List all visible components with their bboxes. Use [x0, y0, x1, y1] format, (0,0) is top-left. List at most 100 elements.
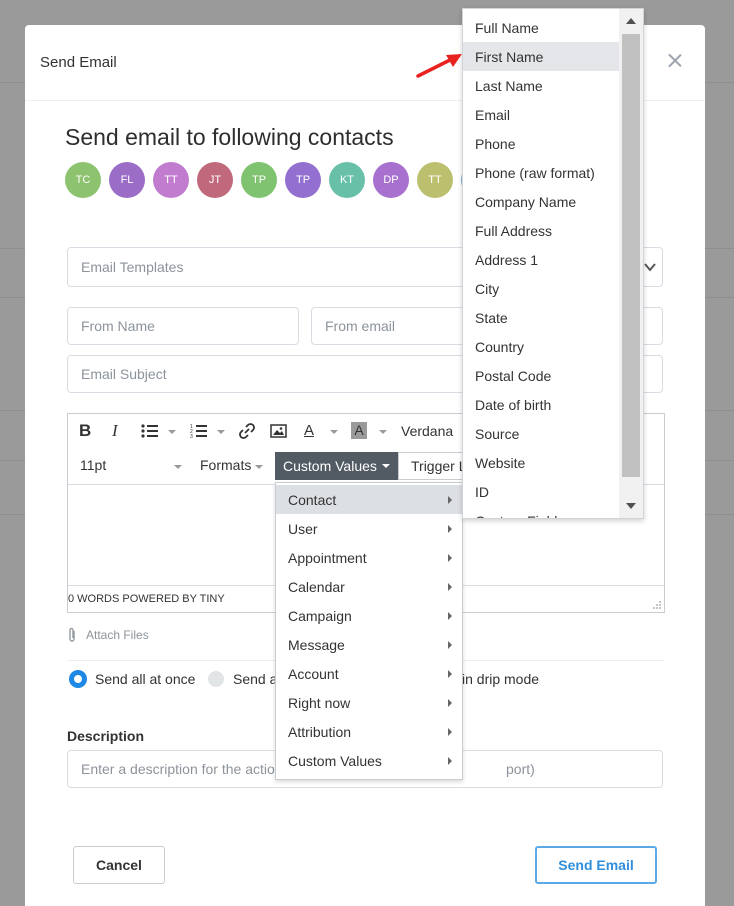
- menu-item-label: Calendar: [288, 578, 345, 595]
- font-size-caret-icon[interactable]: [174, 465, 182, 469]
- custom-values-button[interactable]: Custom Values: [275, 452, 398, 480]
- font-family-select[interactable]: Verdana: [401, 423, 453, 439]
- custom-values-menu-item[interactable]: Attribution: [276, 717, 462, 746]
- link-icon[interactable]: [238, 422, 256, 440]
- word-count-status: 0 WORDS POWERED BY TINY: [68, 593, 225, 605]
- email-subject-placeholder: Email Subject: [81, 366, 167, 382]
- submenu-scrollbar[interactable]: [619, 9, 643, 518]
- scrollbar-thumb[interactable]: [622, 34, 640, 477]
- trigger-links-label: Trigger L: [411, 458, 467, 474]
- numbered-list-icon[interactable]: 1 2 3: [190, 423, 208, 439]
- custom-values-menu-item[interactable]: Calendar: [276, 572, 462, 601]
- contact-field-item[interactable]: Last Name: [463, 71, 619, 100]
- send-all-at-once-label: Send all at once: [95, 671, 196, 687]
- contact-field-item[interactable]: Postal Code: [463, 361, 619, 390]
- image-icon[interactable]: [270, 424, 287, 438]
- custom-values-menu-item[interactable]: Contact: [276, 485, 462, 514]
- text-color-caret-icon[interactable]: [330, 430, 338, 434]
- custom-values-menu-item[interactable]: Custom Values: [276, 746, 462, 775]
- contact-field-item[interactable]: Phone (raw format): [463, 158, 619, 187]
- custom-values-menu-item[interactable]: Message: [276, 630, 462, 659]
- contact-field-item[interactable]: ID: [463, 477, 619, 506]
- custom-values-menu: Contact User Appointment Calendar Campaign Me…: [275, 482, 463, 780]
- menu-item-label: Custom Values: [288, 752, 382, 769]
- bullet-list-caret-icon[interactable]: [168, 430, 176, 434]
- attach-files-button[interactable]: Attach Files: [67, 627, 149, 643]
- italic-icon[interactable]: I: [112, 421, 118, 441]
- avatar[interactable]: DP: [373, 162, 409, 198]
- menu-item-label: Campaign: [288, 607, 352, 624]
- avatar[interactable]: TT: [417, 162, 453, 198]
- send-email-button[interactable]: Send Email: [535, 846, 657, 884]
- custom-values-menu-item[interactable]: Account: [276, 659, 462, 688]
- trigger-links-button[interactable]: Trigger L: [398, 452, 468, 480]
- contact-field-item[interactable]: Full Name: [463, 13, 619, 42]
- drip-mode-label-tail: in drip mode: [462, 671, 539, 687]
- font-size-select[interactable]: 11pt: [80, 457, 106, 473]
- text-color-icon[interactable]: A: [304, 422, 314, 439]
- send-drip-option[interactable]: Send a: [208, 671, 277, 687]
- description-label: Description: [67, 728, 145, 744]
- send-all-at-once-option[interactable]: Send all at once: [70, 671, 195, 687]
- avatar[interactable]: TC: [65, 162, 101, 198]
- menu-item-label: Account: [288, 665, 339, 682]
- contact-field-item[interactable]: Country: [463, 332, 619, 361]
- svg-text:3: 3: [190, 434, 193, 439]
- attach-files-label: Attach Files: [86, 628, 149, 642]
- contact-fields-submenu: Custom FieldsIDWebsiteSourceDate of birt…: [462, 8, 644, 519]
- contact-field-item[interactable]: Company Name: [463, 187, 619, 216]
- bold-icon[interactable]: B: [79, 421, 91, 441]
- chevron-right-icon: [448, 612, 452, 620]
- from-email-placeholder: From email: [325, 318, 396, 334]
- radio-unselected-icon[interactable]: [208, 671, 224, 687]
- contact-field-item[interactable]: Source: [463, 419, 619, 448]
- menu-item-label: Message: [288, 636, 345, 653]
- custom-values-menu-item[interactable]: Appointment: [276, 543, 462, 572]
- radio-selected-icon[interactable]: [70, 671, 86, 687]
- chevron-right-icon: [448, 554, 452, 562]
- from-name-input[interactable]: From Name: [67, 307, 299, 345]
- background-color-caret-icon[interactable]: [379, 430, 387, 434]
- contact-field-item[interactable]: State: [463, 303, 619, 332]
- avatar[interactable]: JT: [197, 162, 233, 198]
- avatar[interactable]: TT: [153, 162, 189, 198]
- red-arrow-icon: [416, 54, 462, 78]
- avatar[interactable]: FL: [109, 162, 145, 198]
- modal-title: Send Email: [40, 54, 117, 71]
- drip-mode-label: in drip mode: [462, 671, 540, 687]
- chevron-right-icon: [448, 525, 452, 533]
- custom-values-menu-item[interactable]: Right now: [276, 688, 462, 717]
- formats-select[interactable]: Formats: [200, 457, 251, 473]
- numbered-list-caret-icon[interactable]: [217, 430, 225, 434]
- contact-field-item[interactable]: City: [463, 274, 619, 303]
- paperclip-icon: [69, 627, 75, 642]
- contact-field-item[interactable]: Phone: [463, 129, 619, 158]
- contact-field-item[interactable]: Custom Fields: [463, 506, 619, 519]
- resize-handle-icon[interactable]: [652, 600, 661, 609]
- avatar[interactable]: TP: [241, 162, 277, 198]
- email-templates-placeholder: Email Templates: [81, 259, 184, 275]
- background-color-icon[interactable]: A: [351, 422, 367, 439]
- formats-caret-icon[interactable]: [255, 465, 263, 469]
- menu-item-label: Contact: [288, 491, 337, 508]
- menu-item-label: User: [288, 520, 318, 537]
- scroll-down-icon[interactable]: [626, 503, 636, 509]
- chevron-right-icon: [448, 699, 452, 707]
- contact-field-item[interactable]: Email: [463, 100, 619, 129]
- contact-field-item[interactable]: Full Address: [463, 216, 619, 245]
- bullet-list-icon[interactable]: [141, 423, 159, 439]
- close-icon[interactable]: [667, 53, 683, 69]
- contact-field-item[interactable]: Date of birth: [463, 390, 619, 419]
- chevron-right-icon: [448, 583, 452, 591]
- contact-field-item[interactable]: First Name: [463, 42, 619, 71]
- avatar[interactable]: KT: [329, 162, 365, 198]
- custom-values-menu-item[interactable]: User: [276, 514, 462, 543]
- contact-field-item[interactable]: Address 1: [463, 245, 619, 274]
- contact-field-item[interactable]: Website: [463, 448, 619, 477]
- cancel-button[interactable]: Cancel: [73, 846, 165, 884]
- custom-values-menu-item[interactable]: Campaign: [276, 601, 462, 630]
- menu-item-label: Appointment: [288, 549, 367, 566]
- scroll-up-icon[interactable]: [626, 18, 636, 24]
- chevron-right-icon: [448, 670, 452, 678]
- avatar[interactable]: TP: [285, 162, 321, 198]
